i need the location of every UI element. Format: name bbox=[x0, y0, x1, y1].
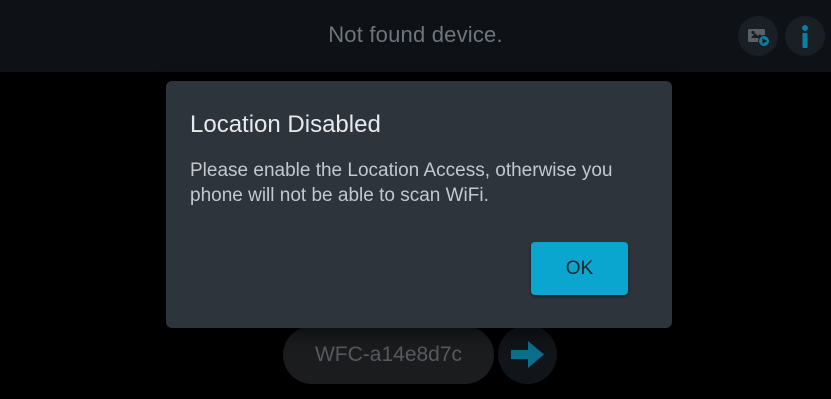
page-title: Not found device. bbox=[328, 22, 503, 47]
top-bar: Not found device. bbox=[0, 0, 831, 72]
video-playback-icon bbox=[748, 29, 770, 47]
location-disabled-dialog: Location Disabled Please enable the Loca… bbox=[166, 81, 672, 328]
info-button[interactable] bbox=[785, 16, 825, 56]
arrow-right-icon bbox=[511, 341, 544, 368]
connect-button[interactable] bbox=[498, 325, 557, 384]
dialog-message: Please enable the Location Access, other… bbox=[190, 160, 613, 206]
device-name: WFC-a14e8d7c bbox=[314, 343, 463, 366]
ok-button[interactable]: OK bbox=[531, 242, 628, 295]
app-screen: Not found device. WFC-a14e8d7c Location … bbox=[0, 0, 831, 399]
video-playback-button[interactable] bbox=[738, 16, 778, 56]
device-pill[interactable]: WFC-a14e8d7c bbox=[283, 326, 494, 384]
dialog-title: Location Disabled bbox=[190, 111, 381, 138]
info-icon bbox=[802, 25, 808, 48]
